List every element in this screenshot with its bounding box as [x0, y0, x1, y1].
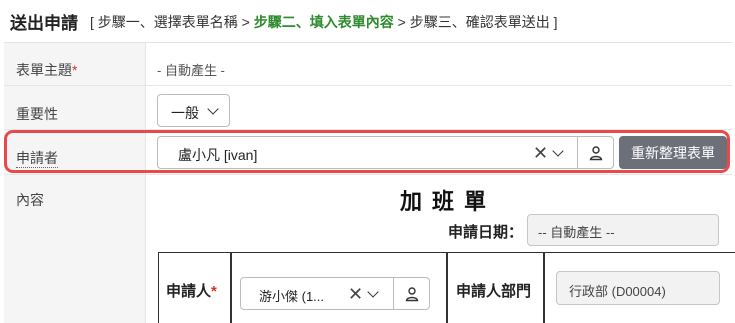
row-divider	[4, 174, 732, 175]
table-divider	[543, 252, 545, 323]
step-breadcrumb: [ 步驟一、選擇表單名稱 > 步驟二、填入表單內容 > 步驟三、確認表單送出 ]	[90, 12, 558, 32]
step-current: 步驟二、填入表單內容	[253, 14, 394, 30]
content-label: 內容	[16, 192, 44, 208]
applicant-cell-label: 申請人*	[166, 280, 217, 301]
table-divider	[446, 252, 448, 323]
priority-label: 重要性	[16, 106, 58, 122]
subject-label-text: 表單主題	[16, 62, 72, 78]
applicant-person-value: 游小傑 (1...	[259, 289, 325, 304]
chevron-down-icon	[207, 103, 219, 115]
date-label: 申請日期：	[448, 224, 524, 241]
priority-select[interactable]: 一般	[157, 94, 230, 127]
table-divider	[230, 252, 232, 323]
applicant-select[interactable]: 盧小凡 [ivan] ✕	[157, 136, 614, 169]
clear-icon[interactable]: ✕	[348, 285, 363, 303]
date-field: -- 自動產生 --	[527, 214, 719, 246]
clear-icon[interactable]: ✕	[533, 144, 548, 162]
subject-value: - 自動產生 -	[157, 63, 225, 78]
user-picker-button[interactable]	[577, 137, 614, 168]
applicant-cell-label-text: 申請人	[166, 283, 212, 300]
page-title: 送出申請	[10, 14, 78, 33]
refresh-form-button[interactable]: 重新整理表單	[619, 136, 727, 169]
dept-field: 行政部 (D00004)	[556, 271, 720, 305]
row-divider	[4, 85, 732, 86]
chevron-down-icon[interactable]	[367, 286, 379, 298]
step-prefix: [ 步驟一、選擇表單名稱 >	[90, 14, 250, 30]
user-picker-button[interactable]	[393, 278, 430, 309]
applicant-value: 盧小凡 [ivan]	[178, 147, 258, 163]
subject-label: 表單主題*	[16, 60, 77, 80]
required-mark: *	[72, 62, 78, 78]
dept-cell-label: 申請人部門	[456, 283, 532, 300]
document-title: 加班單	[400, 189, 497, 214]
applicant-person-select[interactable]: 游小傑 (1... ✕	[240, 277, 430, 310]
required-mark: *	[211, 283, 217, 300]
chevron-down-icon[interactable]	[552, 145, 564, 157]
user-icon	[405, 286, 419, 301]
step-suffix: > 步驟三、確認表單送出 ]	[397, 14, 558, 30]
page-header: 送出申請 [ 步驟一、選擇表單名稱 > 步驟二、填入表單內容 > 步驟三、確認表…	[0, 0, 735, 42]
user-icon	[589, 145, 603, 160]
priority-value: 一般	[171, 105, 199, 121]
